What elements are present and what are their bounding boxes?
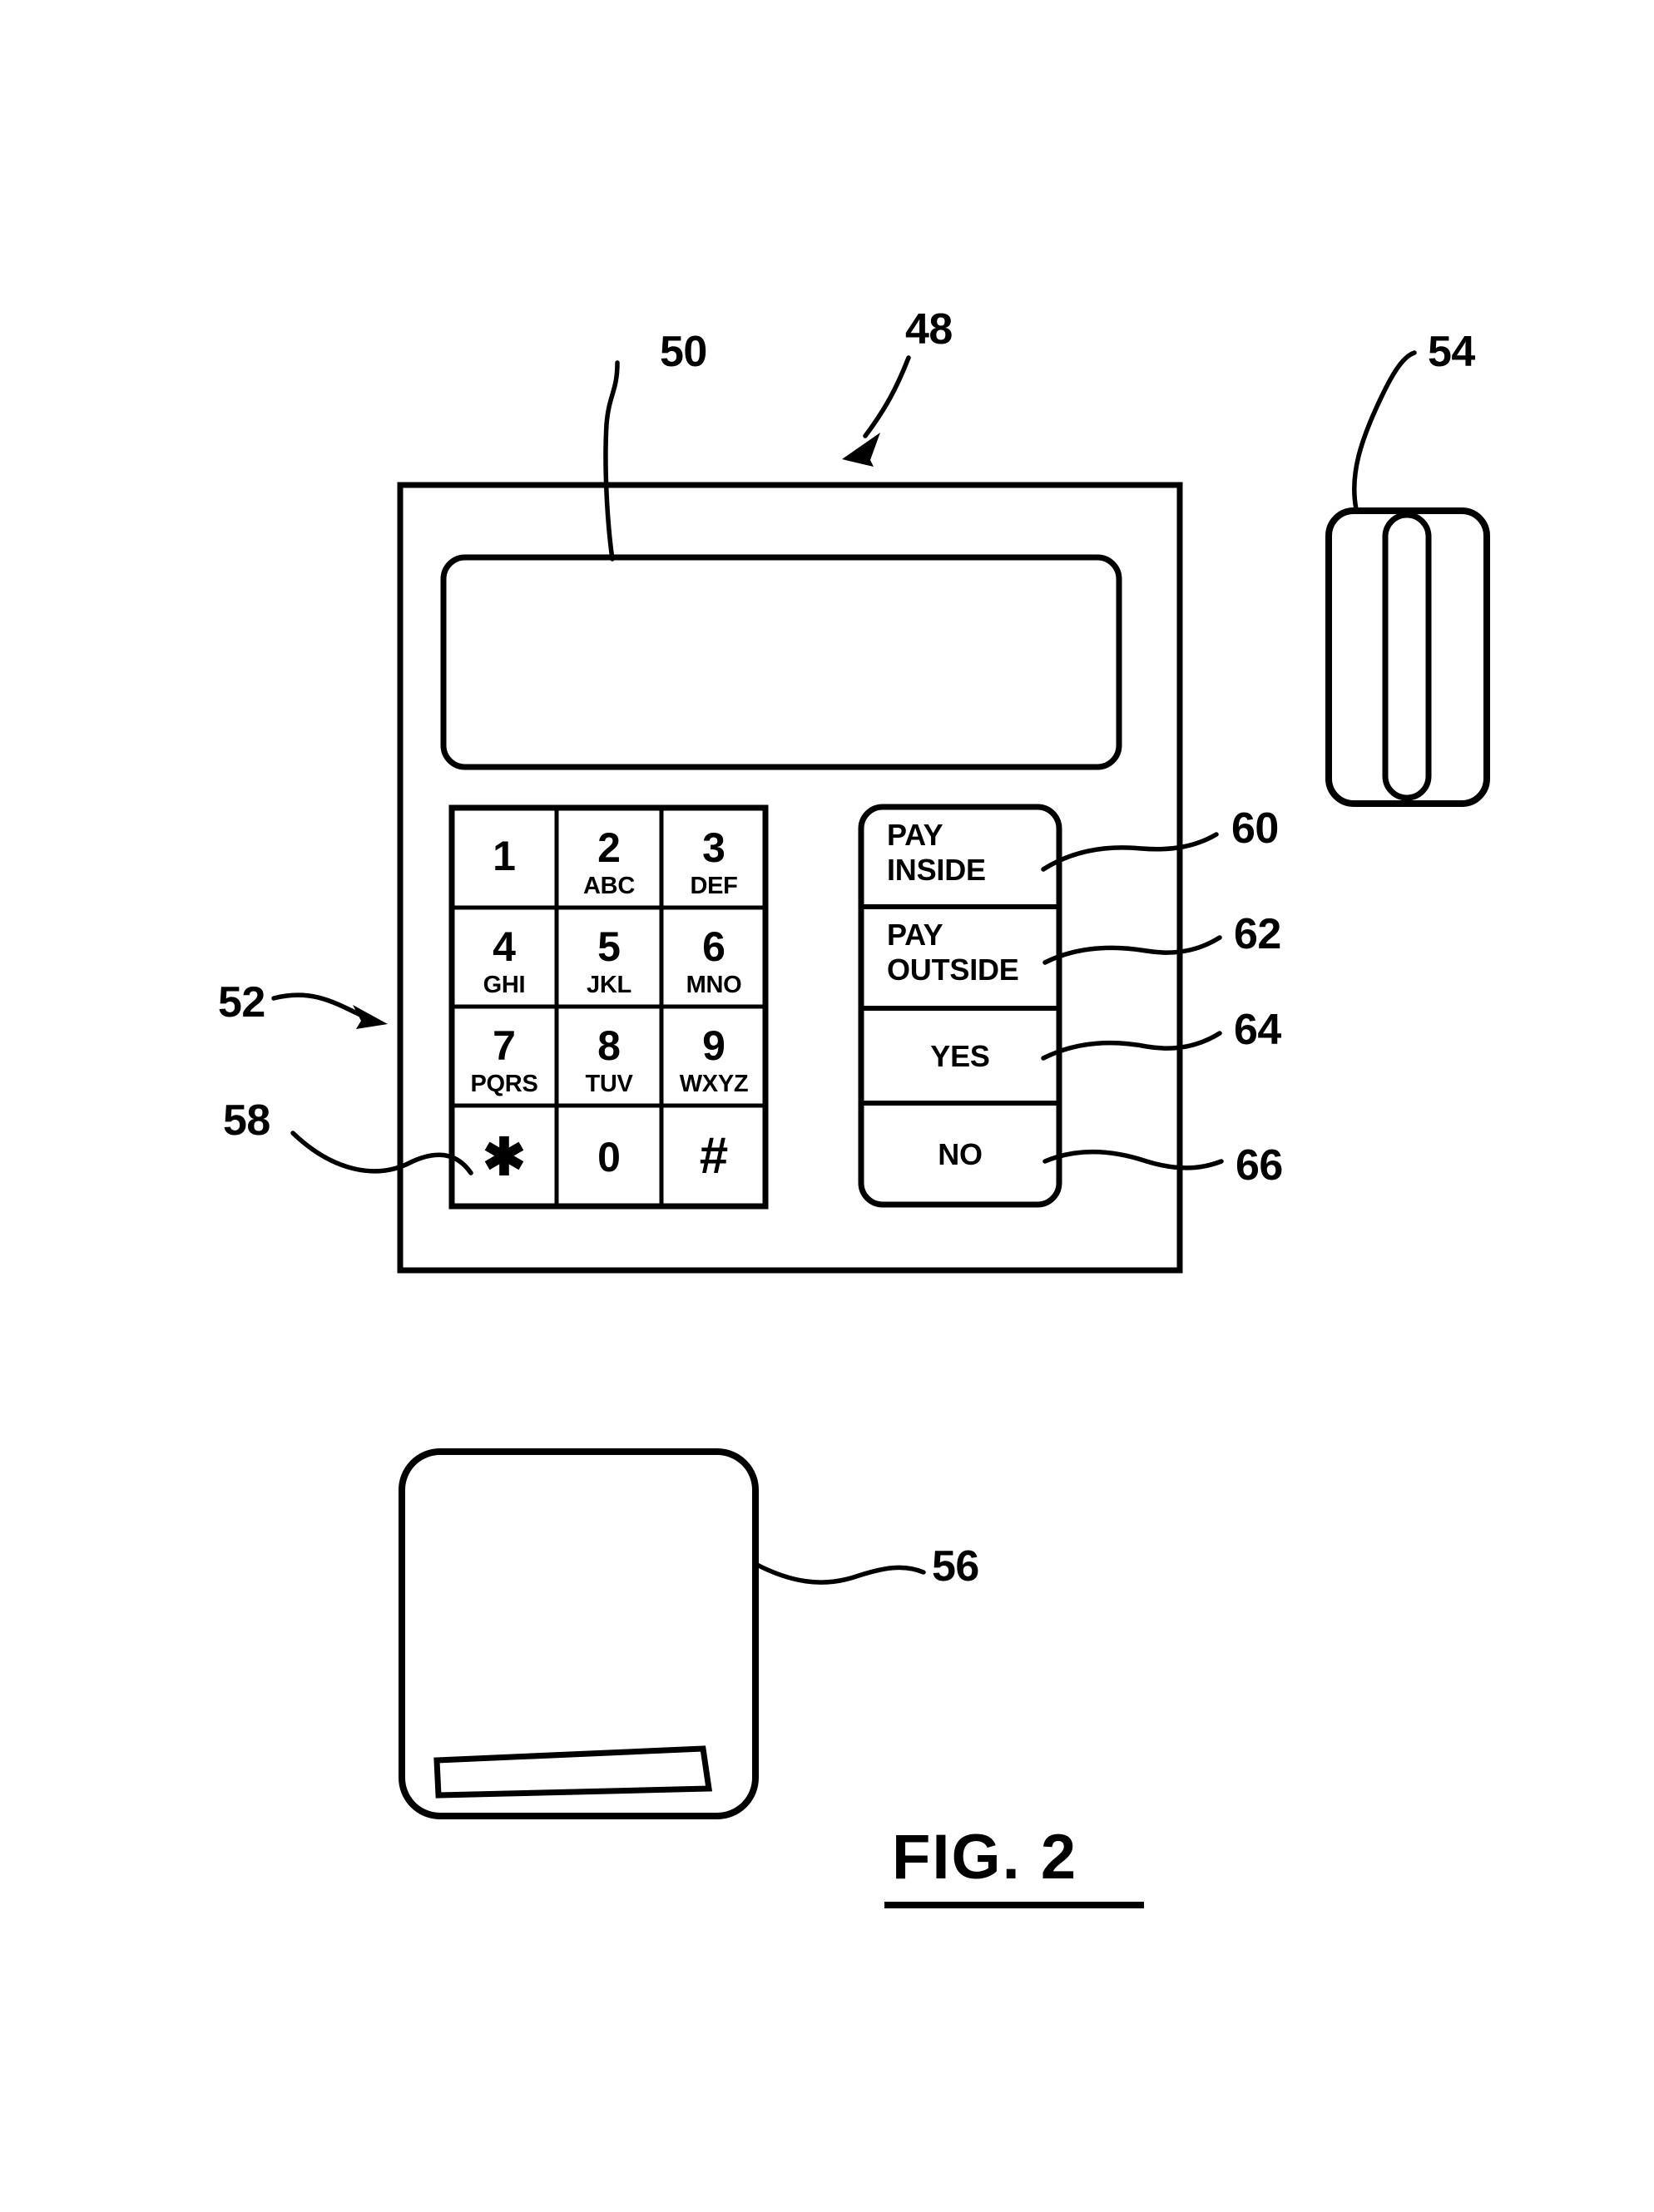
figure-2-drawing: 50 48 1 2 ABC 3 DEF 4 GHI 5 JKL 6 MNO 7 … xyxy=(218,305,1490,1908)
display-screen xyxy=(440,554,1122,770)
key-8-digit: 8 xyxy=(597,1022,621,1069)
key-4-digit: 4 xyxy=(493,923,516,970)
key-3-letters: DEF xyxy=(690,873,737,899)
lead-line-housing xyxy=(863,355,911,438)
key-2-letters: ABC xyxy=(583,873,635,899)
key-3-digit: 3 xyxy=(702,824,725,871)
key-7-digit: 7 xyxy=(493,1022,516,1069)
card-reader[interactable] xyxy=(1325,507,1490,807)
button-pay-outside-line2: OUTSIDE xyxy=(887,953,1019,987)
ref-num-keypad: 52 xyxy=(218,978,265,1027)
ref-num-star-key: 58 xyxy=(223,1096,270,1145)
key-9-digit: 9 xyxy=(702,1022,725,1069)
ref-num-pay-inside: 60 xyxy=(1231,804,1279,853)
lead-line-keypad xyxy=(271,992,366,1019)
key-5-letters: JKL xyxy=(587,972,631,998)
button-pay-outside-line1: PAY xyxy=(887,918,943,952)
ref-num-display: 50 xyxy=(660,328,707,376)
key-pound-symbol: # xyxy=(700,1127,728,1185)
printer[interactable] xyxy=(399,1448,759,1819)
key-6-letters: MNO xyxy=(686,972,742,998)
key-6-digit: 6 xyxy=(702,923,725,970)
patent-figure-page: 50 48 1 2 ABC 3 DEF 4 GHI 5 JKL 6 MNO 7 … xyxy=(0,0,1654,2212)
key-7-letters: PQRS xyxy=(471,1071,538,1097)
ref-num-no: 66 xyxy=(1236,1141,1283,1190)
button-pay-inside-line1: PAY xyxy=(887,818,943,852)
lead-line-card-reader xyxy=(1352,350,1417,512)
lead-line-printer xyxy=(753,1561,926,1585)
button-no-label: NO xyxy=(938,1137,983,1171)
key-1-digit: 1 xyxy=(493,833,516,879)
card-reader-slot[interactable] xyxy=(1382,512,1432,801)
button-yes-label: YES xyxy=(930,1039,989,1073)
key-9-letters: WXYZ xyxy=(680,1071,749,1097)
ref-num-printer: 56 xyxy=(932,1542,979,1591)
button-pay-inside-line2: INSIDE xyxy=(887,853,986,887)
key-2-digit: 2 xyxy=(597,824,621,871)
ref-num-card-reader: 54 xyxy=(1428,328,1475,376)
figure-caption: FIG. 2 xyxy=(892,1822,1077,1893)
button-no[interactable]: NO xyxy=(938,1137,983,1171)
ref-num-pay-outside: 62 xyxy=(1234,910,1281,958)
printer-receipt-slot[interactable] xyxy=(433,1745,713,1799)
key-4-letters: GHI xyxy=(483,972,526,998)
key-star-symbol: ✱ xyxy=(483,1129,526,1186)
ref-num-yes: 64 xyxy=(1234,1006,1281,1054)
arrowhead-keypad xyxy=(353,1005,388,1029)
key-8-letters: TUV xyxy=(585,1071,633,1097)
ref-num-housing: 48 xyxy=(905,305,953,354)
button-yes[interactable]: YES xyxy=(930,1039,990,1073)
key-5-digit: 5 xyxy=(597,923,621,970)
key-0-digit: 0 xyxy=(597,1134,621,1180)
arrowhead-housing xyxy=(842,433,880,467)
